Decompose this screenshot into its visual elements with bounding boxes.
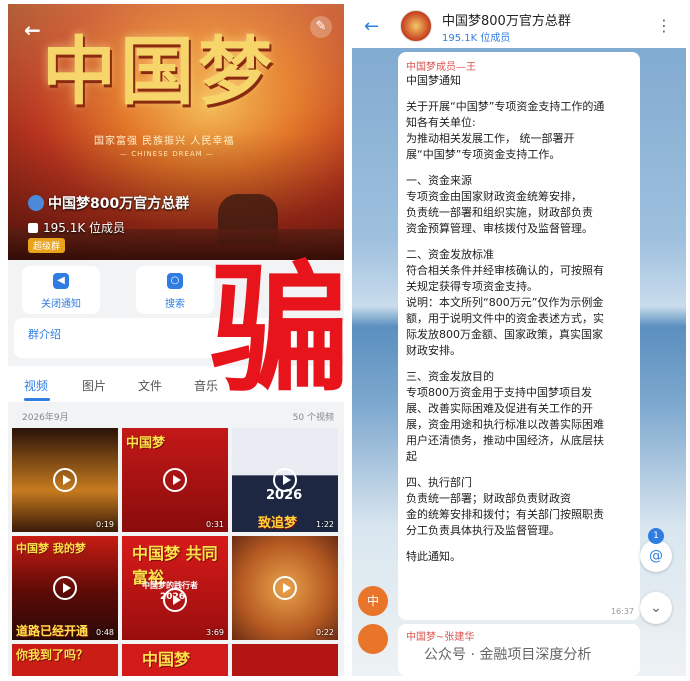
message-line: 中国梦通知 bbox=[406, 74, 461, 87]
message-gap bbox=[406, 539, 632, 549]
message-line: 起 bbox=[406, 450, 417, 463]
video-grid: 0:19 中国梦 0:31 2026 致追梦 1:22 中国梦 我的梦 道路已经… bbox=[12, 428, 344, 676]
watermark: 公众号 · 金融项目深度分析 bbox=[420, 642, 596, 666]
message-line: 一、资金来源 bbox=[406, 174, 472, 187]
play-icon bbox=[53, 468, 77, 492]
message-gap bbox=[406, 163, 632, 173]
chat-title: 中国梦800万官方总群 bbox=[442, 14, 571, 29]
tab-videos[interactable]: 视频 bbox=[24, 377, 48, 394]
group-avatar-icon bbox=[28, 195, 44, 211]
group-chat-screen: ← 中国梦800万官方总群 195.1K 位成员 ⋮ 中国梦成员—王 中国梦通知… bbox=[352, 4, 686, 676]
video-thumb[interactable]: 你我到了吗？ bbox=[12, 644, 118, 676]
play-icon bbox=[53, 576, 77, 600]
message-line: 特此通知。 bbox=[406, 550, 461, 563]
video-thumb[interactable]: 0:19 bbox=[12, 428, 118, 532]
message-line: 关于开展“中国梦”专项资金支持工作的通 bbox=[406, 100, 605, 113]
message-line: 金的统筹安排和拨付；有关部门按照职责 bbox=[406, 508, 604, 521]
sender-avatar[interactable]: 中 bbox=[358, 586, 388, 616]
message-line: 四、执行部门 bbox=[406, 476, 472, 489]
message-line: 资金预算管理、审核拨付及监督管理。 bbox=[406, 222, 593, 235]
video-thumb[interactable]: 2026 致追梦 1:22 bbox=[232, 428, 338, 532]
back-arrow-icon[interactable]: ← bbox=[24, 18, 41, 42]
play-icon bbox=[163, 588, 187, 612]
group-banner: 中国梦 国家富强 民族振兴 人民幸福 — CHINESE DREAM — ← ✎… bbox=[8, 4, 344, 260]
edit-icon[interactable]: ✎ bbox=[310, 16, 332, 38]
message-gap bbox=[406, 237, 632, 247]
message-time: 16:37 bbox=[610, 607, 634, 616]
mention-count-badge: 1 bbox=[648, 528, 664, 544]
banner-title: 中国梦 bbox=[42, 29, 276, 115]
message-line: 三、资金发放目的 bbox=[406, 370, 494, 383]
message-line: 负责统一部署和组织实施，财政部负责 bbox=[406, 206, 593, 219]
message-line: 分工负责具体执行及监督管理。 bbox=[406, 524, 560, 537]
message-body: 中国梦通知关于开展“中国梦”专项资金支持工作的通 知各有关单位: 为推动相关发展工作… bbox=[406, 73, 632, 565]
message-line: 知各有关单位: bbox=[406, 116, 476, 129]
tab-images[interactable]: 图片 bbox=[82, 377, 106, 394]
message-line: 财政安排。 bbox=[406, 344, 461, 357]
banner-slogan-en: — CHINESE DREAM — bbox=[120, 150, 214, 158]
message-line: 额，用于说明文件中的资金表述方式，实 bbox=[406, 312, 604, 325]
banner-slogan: 国家富强 民族振兴 人民幸福 bbox=[94, 136, 235, 147]
sender-avatar[interactable] bbox=[358, 624, 388, 654]
video-thumb[interactable] bbox=[232, 644, 338, 676]
mention-jump-button[interactable]: @ bbox=[640, 540, 672, 572]
message-line: 符合相关条件并经审核确认的，可按照有 bbox=[406, 264, 604, 277]
message-bubble: 中国梦成员—王 中国梦通知关于开展“中国梦”专项资金支持工作的通 知各有关单位: 为… bbox=[398, 52, 640, 620]
month-label: 2026年9月 bbox=[22, 413, 69, 423]
message-gap bbox=[406, 359, 632, 369]
scroll-down-button[interactable]: ⌄ bbox=[640, 592, 672, 624]
message-gap bbox=[406, 89, 632, 99]
message-line: 用户还清债务，推动中国经济，从底层扶 bbox=[406, 434, 604, 447]
video-thumb[interactable]: 0:22 bbox=[232, 536, 338, 640]
message-sender: 中国梦~张建华 bbox=[406, 632, 475, 643]
tab-files[interactable]: 文件 bbox=[138, 377, 162, 394]
back-arrow-icon[interactable]: ← bbox=[364, 16, 379, 37]
message-sender: 中国梦成员—王 bbox=[406, 62, 476, 73]
play-icon bbox=[163, 468, 187, 492]
message-line: 展，资金用途和执行标准以改善实际困难 bbox=[406, 418, 604, 431]
message-line: 二、资金发放标准 bbox=[406, 248, 494, 261]
message-gap bbox=[406, 465, 632, 475]
message-line: 展“中国梦”专项资金支持工作。 bbox=[406, 148, 561, 161]
message-line: 专项资金由国家财政资金统筹安排， bbox=[406, 190, 582, 203]
message-line: 专项800万资金用于支持中国梦项目发 bbox=[406, 386, 592, 399]
message-line: 展、改善实际困难及促进有关工作的开 bbox=[406, 402, 593, 415]
message-line: 际发放800万金额、国家政策，真实国家 bbox=[406, 328, 603, 341]
super-group-badge: 超级群 bbox=[28, 238, 66, 253]
group-avatar[interactable] bbox=[400, 10, 432, 42]
more-options-icon[interactable]: ⋮ bbox=[656, 16, 672, 35]
member-count: 195.1K 位成员 bbox=[28, 219, 125, 236]
composite-screenshot: 中国梦 国家富强 民族振兴 人民幸福 — CHINESE DREAM — ← ✎… bbox=[0, 0, 690, 681]
mute-notifications-button[interactable]: ◀ 关闭通知 bbox=[22, 266, 100, 314]
speaker-icon: ◀ bbox=[53, 273, 69, 289]
message-line: 关规定获得专项资金支持。 bbox=[406, 280, 538, 293]
search-icon: ○ bbox=[167, 273, 183, 289]
group-name: 中国梦800万官方总群 bbox=[28, 193, 189, 213]
video-thumb[interactable]: 中国梦 我的梦 道路已经开通 0:48 bbox=[12, 536, 118, 640]
scam-warning-label: 骗 bbox=[210, 248, 350, 412]
message-line: 为推动相关发展工作， 统一部署开 bbox=[406, 132, 575, 145]
search-button[interactable]: ○ 搜索 bbox=[136, 266, 214, 314]
message-line: 负责统一部署；财政部负责财政资 bbox=[406, 492, 571, 505]
chat-header: ← 中国梦800万官方总群 195.1K 位成员 ⋮ bbox=[352, 4, 686, 48]
chat-member-count: 195.1K 位成员 bbox=[442, 33, 511, 44]
active-tab-indicator bbox=[24, 398, 50, 401]
video-thumb[interactable]: 中国梦 bbox=[122, 644, 228, 676]
video-thumb[interactable]: 中国梦 共同富裕 中国梦的践行者 2026 3:69 bbox=[122, 536, 228, 640]
video-thumb[interactable]: 中国梦 0:31 bbox=[122, 428, 228, 532]
lock-icon bbox=[28, 223, 38, 233]
play-icon bbox=[273, 576, 297, 600]
message-line: 说明：本文所列“800万元”仅作为示例金 bbox=[406, 296, 604, 309]
